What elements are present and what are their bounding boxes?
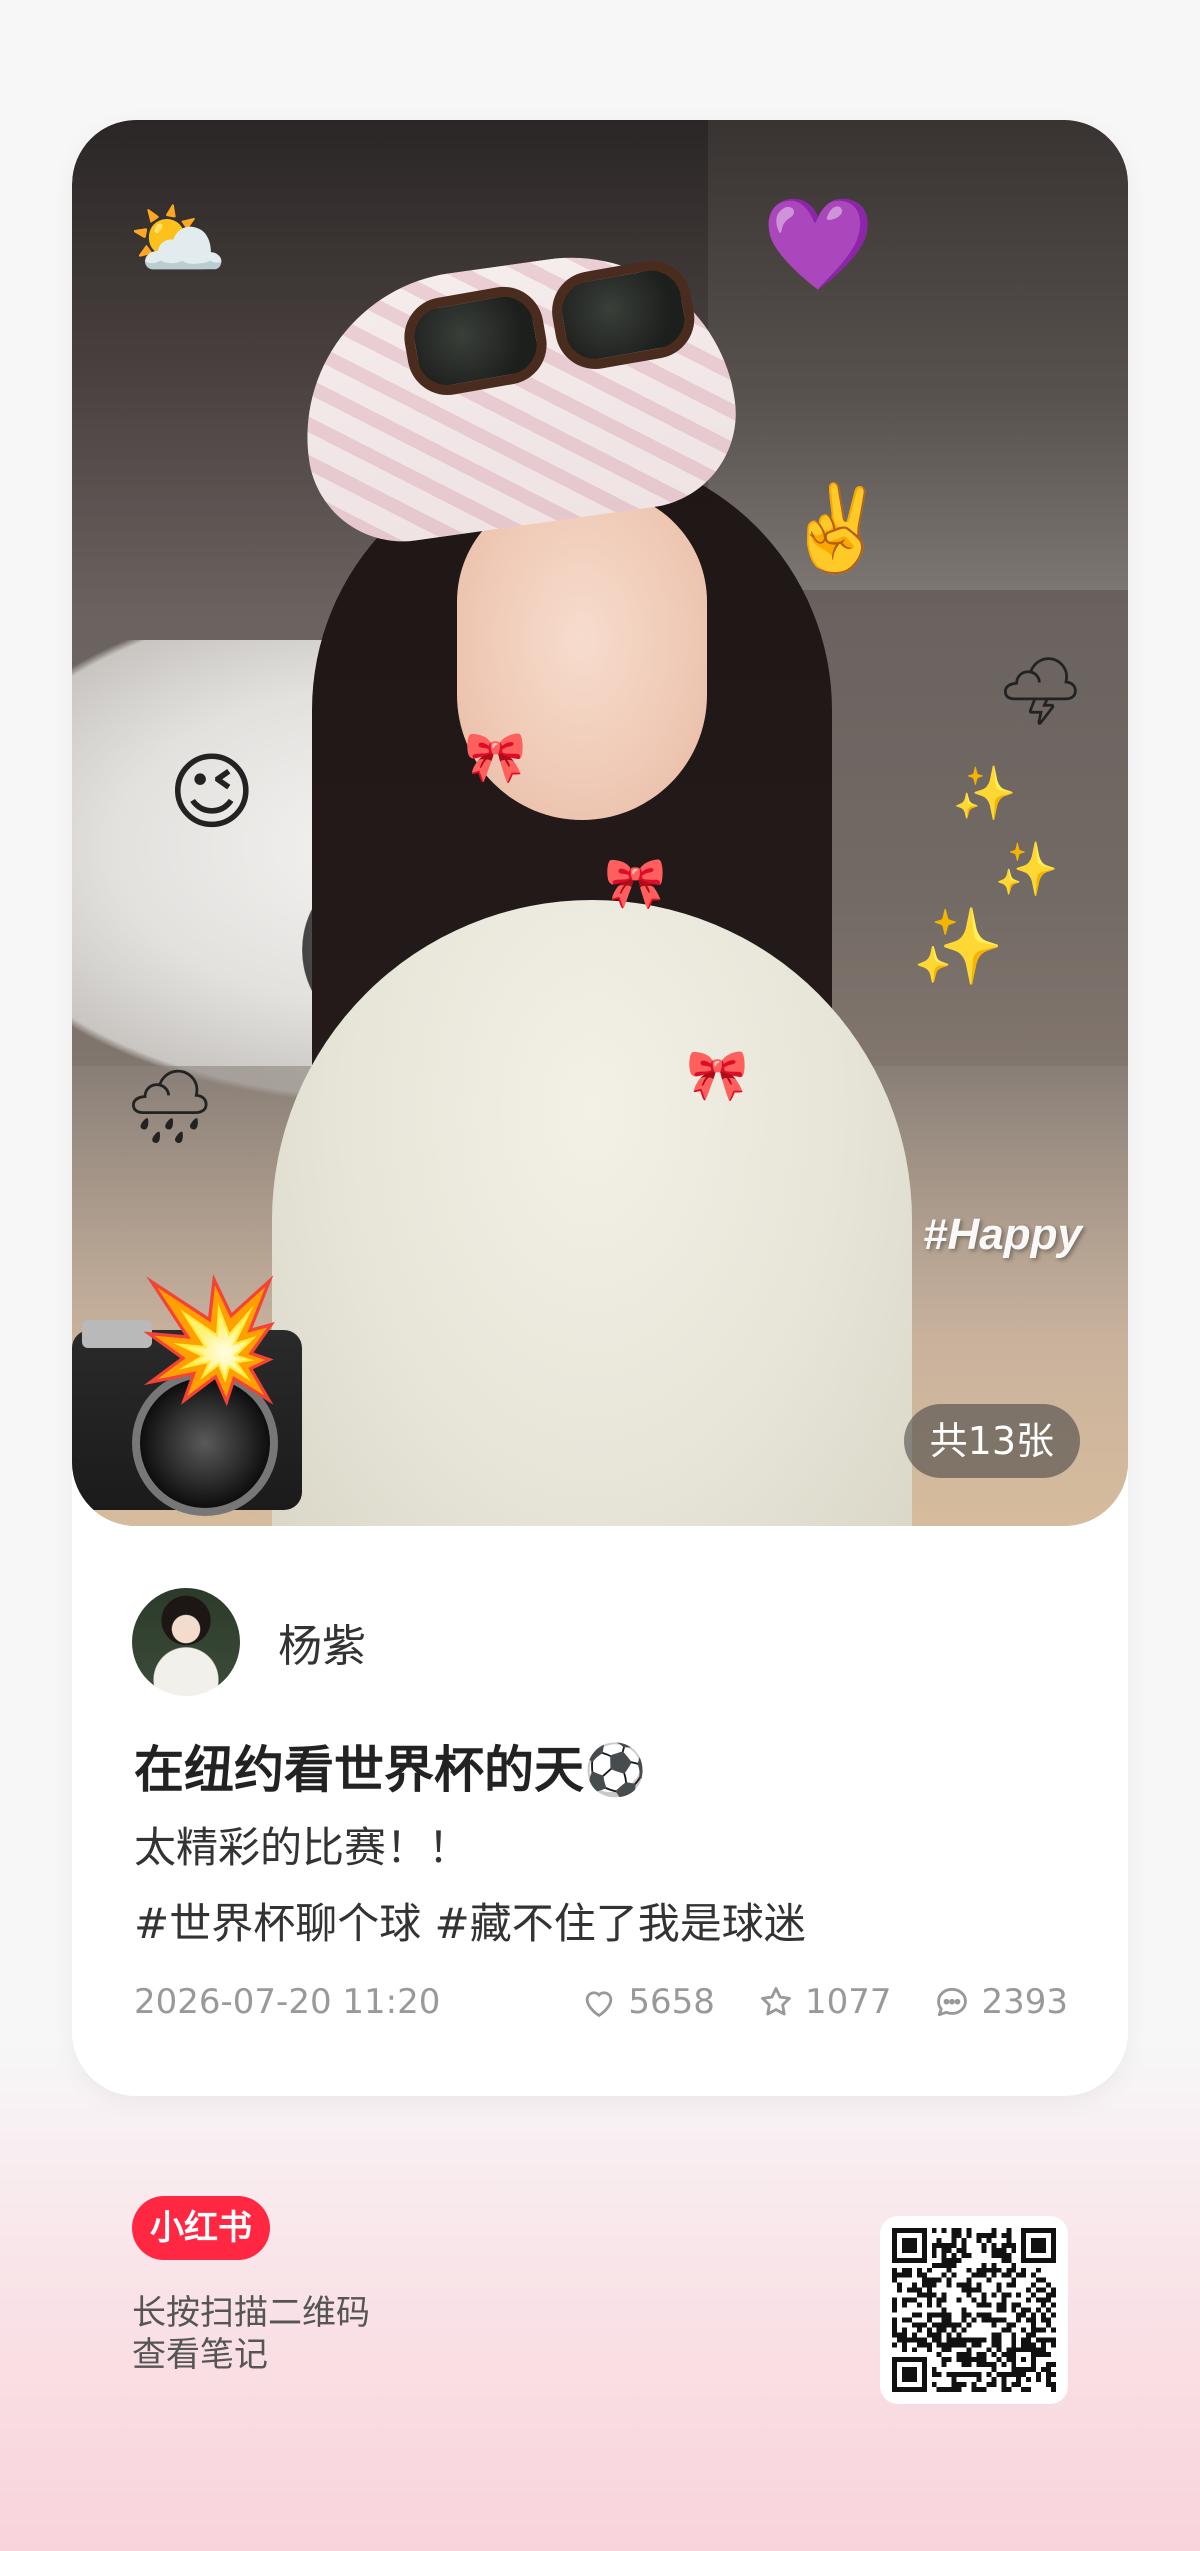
like-count: 5658	[628, 1982, 715, 2022]
note-description: 太精彩的比赛！！	[134, 1823, 471, 1872]
note-title: 在纽约看世界杯的天⚽	[134, 1741, 647, 1799]
qr-code-image	[892, 2228, 1056, 2392]
lightning-cloud-sticker: 🌩	[996, 650, 1085, 732]
heart-icon	[586, 1991, 613, 2018]
author-name[interactable]: 杨紫	[278, 1610, 366, 1674]
explosion-sticker: 💥	[136, 1270, 283, 1408]
scan-hint-line1: 长按扫描二维码	[132, 2293, 370, 2333]
xiaohongshu-logo: 小红书	[132, 2196, 270, 2260]
photo-hashtag-overlay: #Happy	[923, 1210, 1082, 1259]
comment-count: 2393	[981, 1982, 1068, 2022]
rain-cloud-sticker: 🌧	[124, 1064, 216, 1148]
peace-hand-sticker: ✌️	[784, 479, 889, 577]
wink-face-sticker: 😉	[168, 743, 256, 841]
comment-icon	[937, 1987, 968, 2017]
pink-bow-sticker: 🎀	[604, 854, 667, 912]
like-stat[interactable]: 5658	[580, 1982, 715, 2022]
sun-cloud-sticker: ⛅	[128, 193, 228, 286]
camera-sticker: 💥	[72, 1280, 312, 1520]
comment-stat[interactable]: 2393	[933, 1982, 1068, 2022]
sparkles-sticker: ✨	[994, 840, 1059, 900]
note-tags[interactable]: #世界杯聊个球 #藏不住了我是球迷	[134, 1890, 806, 1951]
avatar[interactable]	[132, 1588, 240, 1696]
note-photo[interactable]: ⛅ 💜 ✌️ 😉 🎀 🎀 🎀 🌩 ✨ ✨ ✨ 🌧 💥 #Happy 共13张	[72, 120, 1128, 1526]
scan-hint: 长按扫描二维码 查看笔记	[132, 2292, 370, 2376]
note-card: ⛅ 💜 ✌️ 😉 🎀 🎀 🎀 🌩 ✨ ✨ ✨ 🌧 💥 #Happy 共13张 杨…	[72, 120, 1128, 2096]
person-shirt	[272, 900, 912, 1526]
background-window	[708, 120, 1128, 590]
star-icon	[761, 1987, 791, 2016]
sparkles-sticker: ✨	[952, 764, 1017, 824]
pink-bow-sticker: 🎀	[464, 728, 527, 786]
image-count-badge: 共13张	[903, 1404, 1080, 1478]
scan-hint-line2: 查看笔记	[132, 2335, 268, 2375]
qr-code[interactable]	[880, 2216, 1068, 2404]
pink-bow-sticker: 🎀	[686, 1046, 749, 1104]
collect-count: 1077	[804, 1982, 892, 2022]
purple-hearts-sticker: 💜	[762, 192, 875, 297]
post-date: 2026-07-20 11:20	[134, 1982, 441, 2022]
collect-stat[interactable]: 1077	[757, 1982, 892, 2022]
sparkles-sticker: ✨	[912, 904, 1005, 990]
author-row[interactable]: 杨紫	[132, 1588, 366, 1696]
note-meta: 2026-07-20 11:20 5658 1077 2393	[134, 1972, 1068, 2032]
